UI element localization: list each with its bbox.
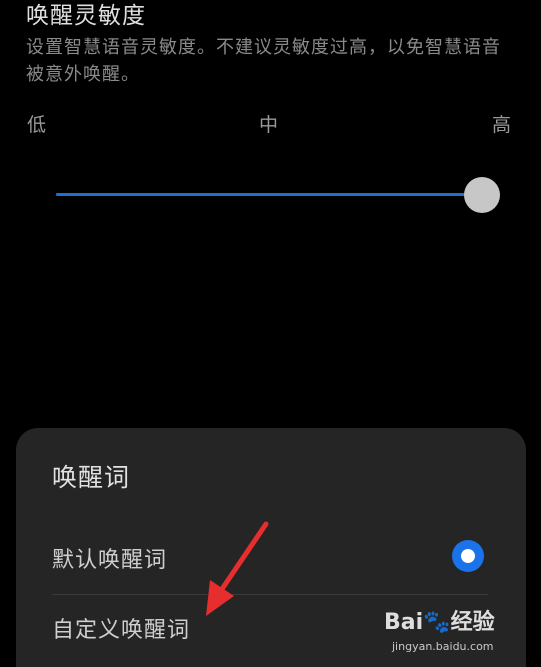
radio-selected-icon[interactable]	[452, 540, 484, 572]
baidu-jingyan-watermark: Bai🐾经验 jingyan.baidu.com	[384, 604, 534, 664]
sensitivity-title: 唤醒灵敏度	[26, 3, 146, 29]
scale-label-high: 高	[492, 114, 512, 136]
scale-label-mid: 中	[259, 114, 279, 136]
sensitivity-slider[interactable]	[56, 177, 501, 213]
sensitivity-description: 设置智慧语音灵敏度。不建议灵敏度过高，以免智慧语音被意外唤醒。	[26, 37, 501, 85]
screen: 唤醒灵敏度 设置智慧语音灵敏度。不建议灵敏度过高，以免智慧语音被意外唤醒。 低 …	[0, 0, 541, 667]
slider-fill	[56, 193, 483, 196]
option-label: 自定义唤醒词	[52, 618, 191, 643]
scale-label-low: 低	[27, 114, 47, 136]
watermark-logo: Bai🐾经验	[384, 604, 495, 636]
sheet-title: 唤醒词	[52, 463, 131, 492]
watermark-logo-text-b: 经验	[450, 610, 495, 635]
paw-icon: 🐾	[423, 610, 451, 635]
option-label: 默认唤醒词	[52, 548, 168, 573]
slider-thumb[interactable]	[464, 177, 501, 213]
red-arrow-icon	[206, 521, 269, 616]
watermark-logo-text-a: Bai	[384, 610, 424, 635]
watermark-url: jingyan.baidu.com	[392, 640, 494, 653]
radio-dot	[461, 549, 475, 563]
